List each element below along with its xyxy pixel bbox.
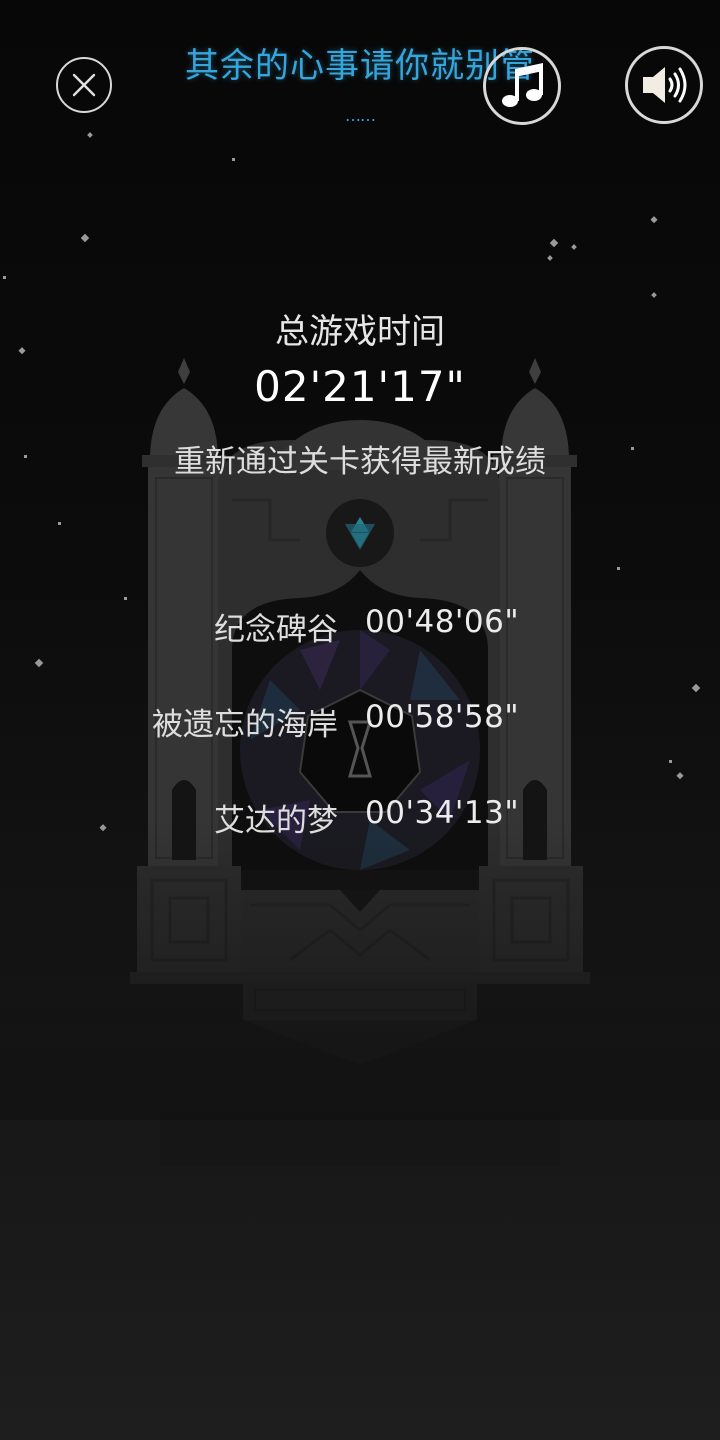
level-row: 艾达的梦 00'34'13" [0, 795, 720, 845]
level-time: 00'34'13" [365, 795, 520, 831]
close-icon [72, 73, 96, 97]
speaker-volume-icon [643, 67, 687, 103]
level-row: 纪念碑谷 00'48'06" [0, 604, 720, 654]
total-play-time-value: 02'21'17" [254, 362, 466, 411]
level-time: 00'58'58" [365, 699, 520, 735]
level-name: 纪念碑谷 [214, 612, 338, 648]
level-time: 00'48'06" [365, 604, 520, 640]
music-note-icon [502, 63, 543, 107]
sound-toggle-button[interactable] [625, 46, 703, 124]
music-toggle-button[interactable] [483, 47, 561, 125]
song-title-ellipsis: …… [345, 106, 376, 125]
game-screen: 其余的心事请你就别管 …… 总游戏时间 02'21'17" 重新通过关卡获得最新… [0, 0, 720, 1440]
replay-hint-text: 重新通过关卡获得最新成绩 [174, 444, 546, 480]
level-name: 艾达的梦 [214, 803, 338, 839]
close-button[interactable] [56, 57, 112, 113]
level-row: 被遗忘的海岸 00'58'58" [0, 699, 720, 749]
level-name: 被遗忘的海岸 [152, 707, 338, 743]
total-play-time-label: 总游戏时间 [275, 312, 445, 352]
